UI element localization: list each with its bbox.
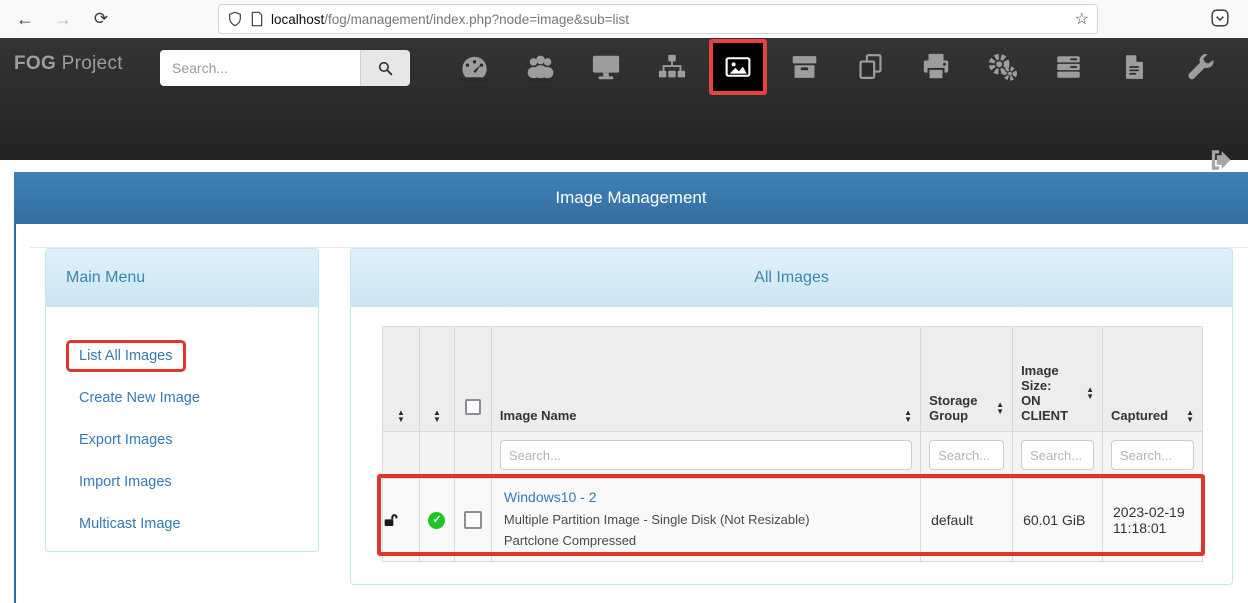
sidebar-item-import-images[interactable]: Import Images (79, 461, 318, 503)
shield-icon[interactable] (227, 11, 243, 27)
reload-icon[interactable]: ⟳ (88, 6, 114, 32)
page-title-bar: Image Management (14, 172, 1248, 224)
back-icon[interactable]: ← (12, 6, 38, 32)
table-filter-row (383, 432, 1203, 479)
forward-icon[interactable]: → (50, 6, 76, 32)
select-cell (454, 479, 491, 562)
image-link[interactable]: Windows10 - 2 (504, 489, 597, 505)
bookmark-star-icon[interactable]: ☆ (1075, 9, 1089, 29)
filter-cell-empty (454, 432, 491, 479)
sort-icon[interactable]: ▲▼ (397, 409, 405, 423)
url-bar[interactable]: localhost/fog/management/index.php?node=… (218, 4, 1098, 34)
images-icon[interactable] (709, 39, 767, 95)
column-label: Captured (1111, 408, 1168, 423)
storage-group-header[interactable]: Storage Group ▲▼ (921, 327, 1013, 432)
storage-group-filter-input[interactable] (929, 440, 1004, 470)
captured-cell: 2023-02-19 11:18:01 (1103, 479, 1203, 562)
select-all-header[interactable] (454, 327, 491, 432)
hosts-icon[interactable] (573, 38, 639, 96)
row-checkbox[interactable] (464, 511, 482, 529)
unlock-icon (383, 512, 419, 528)
sort-icon[interactable]: ▲▼ (1186, 409, 1194, 423)
image-compression-text: Partclone Compressed (504, 530, 908, 551)
captured-header[interactable]: Captured ▲▼ (1103, 327, 1203, 432)
highlight-box: List All Images (66, 340, 186, 372)
sidebar-link[interactable]: List All Images (79, 348, 173, 364)
sort-icon[interactable]: ▲▼ (1086, 386, 1094, 400)
filter-cell (1013, 432, 1103, 479)
filter-cell-empty (383, 432, 420, 479)
snapins-icon[interactable] (837, 38, 903, 96)
sidebar-link[interactable]: Multicast Image (79, 516, 181, 532)
main-menu-list: List All Images Create New Image Export … (46, 307, 318, 545)
table-row: ✓ Windows10 - 2 Multiple Partition Image… (383, 479, 1203, 562)
all-images-panel: All Images ▲▼ ▲▼ Image Name ▲▼ Storage Gr… (350, 248, 1233, 585)
table-header-row: ▲▼ ▲▼ Image Name ▲▼ Storage Group ▲▼ Image… (383, 327, 1203, 432)
sidebar-link[interactable]: Export Images (79, 432, 173, 448)
filter-cell (1103, 432, 1203, 479)
printers-icon[interactable] (903, 38, 969, 96)
service-icon[interactable] (1167, 38, 1233, 96)
lock-cell (383, 479, 420, 562)
status-cell: ✓ (419, 479, 454, 562)
page-title: Image Management (555, 188, 706, 208)
status-column-header[interactable]: ▲▼ (419, 327, 454, 432)
storage-icon[interactable] (771, 38, 837, 96)
filter-cell (491, 432, 920, 479)
tasks-icon[interactable] (1035, 38, 1101, 96)
image-name-cell: Windows10 - 2 Multiple Partition Image -… (491, 479, 920, 562)
sidebar-item-multicast-image[interactable]: Multicast Image (79, 503, 318, 545)
url-text: localhost/fog/management/index.php?node=… (271, 12, 1067, 27)
page-icon (250, 11, 264, 27)
storage-group-cell: default (921, 479, 1013, 562)
filter-cell-empty (419, 432, 454, 479)
reports-icon[interactable] (1101, 38, 1167, 96)
browser-chrome: ← → ⟳ localhost/fog/management/index.php… (0, 0, 1248, 38)
image-type-text: Multiple Partition Image - Single Disk (… (504, 509, 908, 530)
sidebar-item-export-images[interactable]: Export Images (79, 419, 318, 461)
select-all-checkbox[interactable] (465, 399, 481, 415)
main-menu-title: Main Menu (66, 269, 145, 287)
sidebar-link[interactable]: Import Images (79, 474, 172, 490)
sidebar-item-create-new-image[interactable]: Create New Image (79, 377, 318, 419)
navbar-search (160, 50, 410, 86)
dashboard-icon[interactable] (441, 38, 507, 96)
lock-column-header[interactable]: ▲▼ (383, 327, 420, 432)
all-images-header: All Images (351, 249, 1232, 307)
images-table: ▲▼ ▲▼ Image Name ▲▼ Storage Group ▲▼ Image… (382, 326, 1203, 562)
users-icon[interactable] (507, 38, 573, 96)
main-menu-header: Main Menu (46, 249, 318, 307)
image-size-header[interactable]: Image Size: ON CLIENT ▲▼ (1013, 327, 1103, 432)
sort-icon[interactable]: ▲▼ (904, 409, 912, 423)
search-button[interactable] (360, 50, 410, 86)
fog-navbar: FOG Project (0, 38, 1248, 160)
column-label: Image Name (500, 408, 577, 423)
settings-icon[interactable] (969, 38, 1035, 96)
image-size-cell: 60.01 GiB (1013, 479, 1103, 562)
page-left-rail (14, 224, 16, 603)
captured-filter-input[interactable] (1111, 440, 1194, 470)
brand-logo[interactable]: FOG Project (14, 53, 123, 75)
column-label: Image Size: ON CLIENT (1021, 363, 1073, 423)
main-menu-panel: Main Menu List All Images Create New Ima… (45, 248, 319, 552)
search-icon (377, 60, 394, 77)
column-label: Storage Group (929, 393, 991, 423)
check-circle-icon: ✓ (428, 512, 445, 529)
sort-icon[interactable]: ▲▼ (996, 401, 1004, 415)
filter-cell (921, 432, 1013, 479)
all-images-title: All Images (754, 269, 829, 287)
image-name-header[interactable]: Image Name ▲▼ (491, 327, 920, 432)
all-images-body: ▲▼ ▲▼ Image Name ▲▼ Storage Group ▲▼ Image… (351, 307, 1232, 584)
image-size-filter-input[interactable] (1021, 440, 1094, 470)
sort-icon[interactable]: ▲▼ (433, 409, 441, 423)
sidebar-link[interactable]: Create New Image (79, 390, 200, 406)
extension-badge-icon[interactable] (1209, 7, 1231, 29)
search-input[interactable] (160, 50, 360, 86)
sidebar-item-list-all-images[interactable]: List All Images (79, 335, 318, 377)
image-name-filter-input[interactable] (500, 440, 912, 470)
navbar-icons (441, 38, 1233, 96)
groups-icon[interactable] (639, 38, 705, 96)
